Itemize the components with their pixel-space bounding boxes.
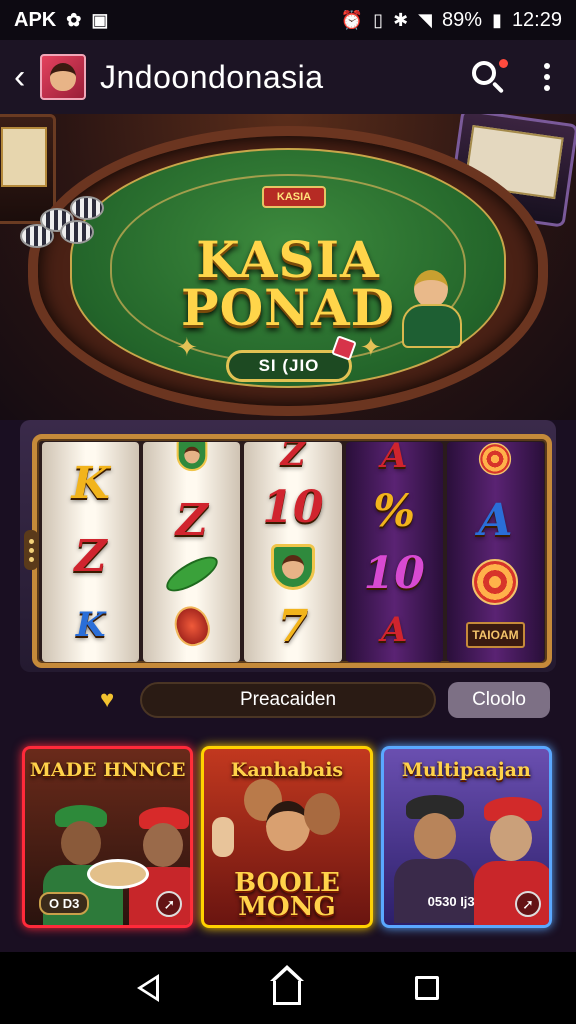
reel-1: K Z K: [42, 442, 140, 662]
game-cards: MADE HNNCE O D3 ➚ Kanhabais BOOLE MONG Mu…: [22, 746, 552, 928]
hero-title-line2: PONAD: [180, 278, 395, 337]
alarm-icon: ⏰: [340, 9, 364, 30]
slot-reels[interactable]: K Z K Z Z 10 7 A % 10 A A TAIOAM: [42, 442, 545, 662]
reel-symbol-partial: Z: [280, 442, 306, 475]
avatar-face: [50, 63, 76, 91]
slot-side-handle[interactable]: [24, 530, 38, 570]
reel-symbol-partial: A: [381, 442, 408, 476]
reel-symbol: 7: [277, 600, 309, 652]
sparkle-icon: ✦: [360, 332, 382, 362]
reel-symbol: Z: [74, 530, 107, 582]
claim-button[interactable]: Cloolo: [448, 682, 550, 718]
wifi-icon: ◥: [418, 9, 432, 30]
shield-symbol-icon: [176, 442, 208, 472]
status-apk-label: APK: [14, 8, 57, 31]
nav-home-icon[interactable]: [270, 965, 304, 1005]
heart-icon[interactable]: ♥: [100, 686, 114, 714]
game-card[interactable]: Kanhabais BOOLE MONG: [201, 746, 373, 928]
pizza-image: [87, 859, 149, 889]
reel-2: Z: [143, 442, 241, 662]
leaf-symbol-icon: [161, 550, 223, 599]
system-nav-bar: [0, 952, 576, 1024]
bluetooth-icon: ✱: [393, 9, 409, 30]
avatar[interactable]: [40, 54, 86, 100]
game-card-badge: 0530 Ij3: [427, 894, 475, 909]
sparkle-icon: ✦: [176, 332, 198, 362]
reel-symbol: A: [478, 494, 513, 546]
more-options-icon[interactable]: [532, 57, 562, 97]
status-right: ⏰ ▯ ✱ ◥ 89% ▮ 12:29: [341, 9, 562, 32]
search-button[interactable]: [468, 57, 508, 97]
paw-icon: ✿: [66, 9, 82, 30]
table-badge: KASIA: [262, 186, 326, 208]
player-face: [489, 815, 532, 861]
reel-3: Z 10 7: [244, 442, 342, 662]
reel-tag: TAIOAM: [466, 621, 525, 648]
notification-dot: [499, 59, 508, 68]
status-left: APK ✿ ▣: [14, 9, 108, 32]
game-card-title: Kanhabais: [230, 759, 344, 781]
bottom-title-line2: MONG: [238, 892, 336, 922]
reel-4: A % 10 A: [345, 442, 443, 662]
nav-recents-icon[interactable]: [415, 976, 439, 1000]
player-body: [473, 861, 549, 925]
fruit-symbol-icon: [168, 601, 215, 651]
game-card-badge: O D3: [39, 892, 90, 915]
game-card-bottom-title: BOOLE MONG: [204, 870, 369, 922]
promo-input[interactable]: Preacaiden: [140, 682, 436, 718]
back-arrow-icon[interactable]: ‹: [14, 58, 36, 97]
player-face: [61, 821, 101, 865]
reel-5: A TAIOAM: [446, 442, 545, 662]
reel-symbol: K: [75, 604, 106, 645]
swirl-symbol-icon: [479, 443, 512, 476]
player-face: [143, 823, 183, 867]
game-card-title: Multipaajan: [401, 759, 531, 781]
microphone-image: [212, 817, 235, 857]
battery-icon: ▮: [492, 9, 502, 30]
vibrate-icon: ▯: [373, 9, 384, 30]
game-card[interactable]: MADE HNNCE O D3 ➚: [22, 746, 194, 928]
app-bar: ‹ Jndoondonasia: [0, 40, 576, 114]
player-face: [413, 813, 456, 859]
game-card[interactable]: Multipaajan 0530 Ij3 ➚: [380, 746, 552, 928]
search-icon-handle: [491, 81, 505, 94]
reel-symbol: A: [381, 610, 408, 651]
reel-symbol: K: [71, 458, 110, 510]
reel-symbol: 10: [262, 481, 324, 533]
arrow-icon[interactable]: ➚: [514, 891, 541, 917]
reel-symbol: 10: [363, 547, 425, 599]
portrait-symbol-icon: [271, 544, 315, 591]
player-body: [393, 859, 474, 923]
nav-back-icon[interactable]: [137, 974, 159, 1002]
image-notification-icon: ▣: [91, 9, 109, 30]
clock: 12:29: [511, 8, 562, 31]
player-face: [304, 793, 341, 835]
reel-symbol: Z: [175, 494, 208, 546]
search-icon: [472, 61, 496, 85]
reel-symbol: %: [373, 486, 416, 538]
status-bar: APK ✿ ▣ ⏰ ▯ ✱ ◥ 89% ▮ 12:29: [0, 0, 576, 40]
app-title: Jndoondonasia: [100, 58, 324, 95]
battery-percent: 89%: [442, 8, 483, 31]
swirl-symbol-icon: [472, 559, 519, 606]
game-card-title: MADE HNNCE: [29, 759, 186, 781]
